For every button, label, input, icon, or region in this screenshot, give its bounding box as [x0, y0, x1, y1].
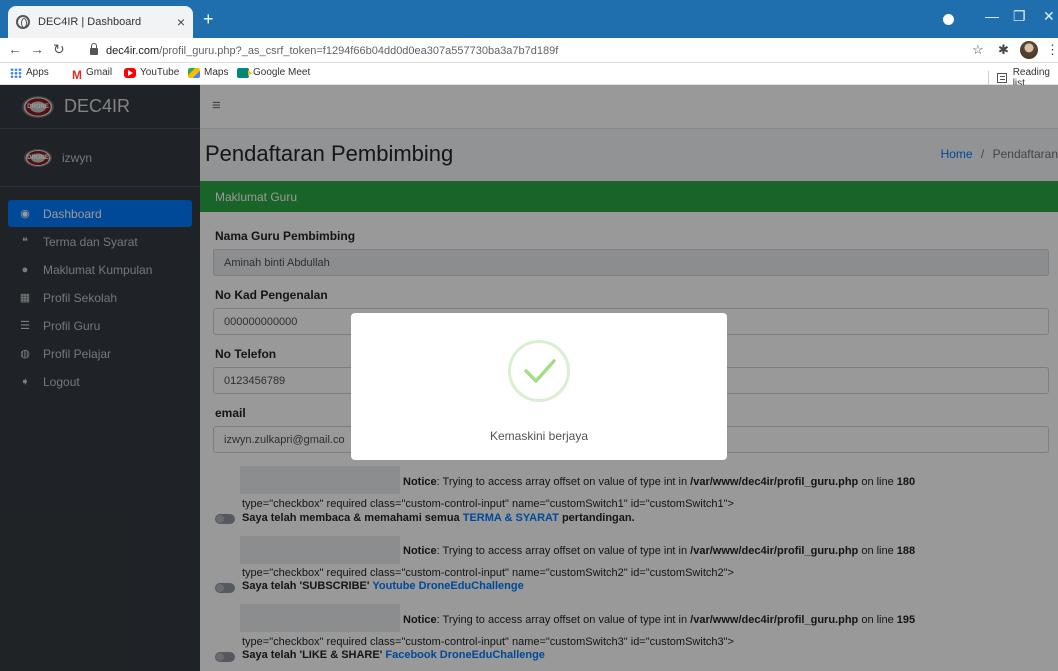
bookmark-label: Google Meet — [253, 67, 311, 78]
url-path: /profil_guru.php?_as_csrf_token=f1294f66… — [159, 44, 559, 57]
bookmark-youtube[interactable]: YouTube — [124, 67, 179, 78]
new-tab-button[interactable]: + — [203, 10, 214, 28]
bookmark-google-meet[interactable]: Google Meet — [237, 67, 310, 78]
bookmark-apps[interactable]: Apps — [10, 67, 49, 78]
youtube-icon — [124, 67, 136, 78]
site-favicon-icon — [16, 15, 30, 29]
url-host: dec4ir.com — [106, 44, 160, 57]
close-window-icon[interactable]: ✕ — [1043, 8, 1055, 25]
url-field[interactable]: dec4ir.com /profil_guru.php?_as_csrf_tok… — [90, 41, 960, 60]
extensions-puzzle-icon[interactable]: ✱ — [998, 42, 1009, 58]
bookmark-gmail[interactable]: M Gmail — [72, 67, 113, 82]
success-modal: Kemaskini berjaya — [351, 313, 727, 460]
tab-title: DEC4IR | Dashboard — [38, 16, 142, 28]
gmail-icon: M — [72, 67, 82, 82]
bookmarks-bar: Apps M Gmail YouTube Maps Google Meet Rea… — [0, 63, 1058, 89]
reading-list-icon — [996, 73, 1007, 83]
browser-tab-strip: DEC4IR | Dashboard × + — ❐ ✕ — [0, 0, 1058, 38]
apps-grid-icon — [10, 67, 22, 78]
back-arrow-icon[interactable]: ← — [8, 41, 22, 57]
bookmark-label: Gmail — [86, 67, 113, 78]
tab-close-icon[interactable]: × — [177, 14, 185, 30]
address-bar: ← → ↻ dec4ir.com /profil_guru.php?_as_cs… — [0, 38, 1058, 63]
profile-avatar[interactable] — [1020, 41, 1038, 59]
minimize-icon[interactable]: — — [985, 8, 999, 24]
bookmark-label: Apps — [26, 67, 49, 78]
maps-icon — [188, 67, 200, 78]
bookmark-label: Maps — [204, 67, 229, 78]
forward-arrow-icon[interactable]: → — [30, 41, 44, 57]
browser-menu-icon[interactable]: ⋮ — [1046, 42, 1058, 58]
bookmark-maps[interactable]: Maps — [188, 67, 228, 78]
browser-tab[interactable]: DEC4IR | Dashboard × — [8, 6, 193, 38]
reload-icon[interactable]: ↻ — [53, 41, 65, 58]
google-meet-icon — [237, 67, 252, 78]
modal-message: Kemaskini berjaya — [489, 429, 589, 443]
profile-indicator-icon[interactable] — [943, 14, 954, 25]
bookmark-label: YouTube — [140, 67, 180, 78]
success-check-icon — [508, 340, 570, 402]
check-mark-icon — [524, 359, 556, 383]
lock-icon — [90, 43, 98, 55]
restore-icon[interactable]: ❐ — [1013, 8, 1026, 25]
bookmark-star-icon[interactable]: ☆ — [972, 42, 984, 58]
